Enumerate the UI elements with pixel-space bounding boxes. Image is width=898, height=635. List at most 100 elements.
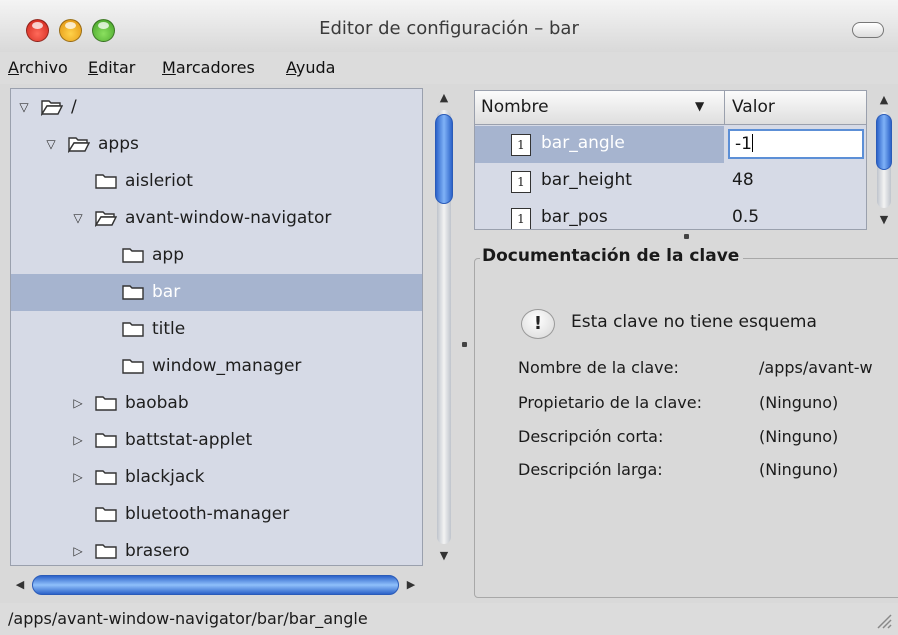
horizontal-scroll-thumb[interactable] xyxy=(32,575,399,595)
integer-key-icon: 1 xyxy=(511,134,531,156)
folder-icon xyxy=(95,507,117,522)
tree-vertical-scrollbar[interactable]: ▲ ▼ xyxy=(431,88,457,566)
title-bar: Editor de configuración – bar xyxy=(0,0,898,52)
menu-archivo[interactable]: Archivo xyxy=(8,58,68,77)
expand-arrow-icon[interactable]: ▷ xyxy=(71,433,85,447)
key-name: bar_height xyxy=(541,170,632,190)
scroll-right-arrow-icon[interactable]: ▶ xyxy=(403,577,419,593)
key-row[interactable]: 1 bar_height 48 xyxy=(475,163,866,200)
key-name-cell[interactable]: 1 bar_angle xyxy=(475,126,724,163)
key-list-header: Nombre ▼ Valor xyxy=(475,91,866,125)
expand-arrow-icon[interactable]: ▷ xyxy=(71,470,85,484)
long-description-value: (Ninguno) xyxy=(759,460,839,479)
tree-item[interactable]: window_manager xyxy=(11,348,422,385)
key-list-vertical-scrollbar[interactable]: ▲ ▼ xyxy=(873,90,895,230)
key-name-label: Nombre de la clave: xyxy=(518,358,679,377)
collapse-arrow-icon[interactable]: ▽ xyxy=(71,211,85,225)
status-key-path: /apps/avant-window-navigator/bar/bar_ang… xyxy=(8,609,368,628)
key-value-text: -1 xyxy=(735,134,752,154)
window-title: Editor de configuración – bar xyxy=(319,18,579,39)
toolbar-toggle-button[interactable] xyxy=(852,22,884,38)
column-header-name[interactable]: Nombre xyxy=(481,97,549,117)
tree-item[interactable]: ▽ avant-window-navigator xyxy=(11,200,422,237)
tree-item-label: bar xyxy=(152,282,181,302)
sort-descending-icon[interactable]: ▼ xyxy=(695,99,704,113)
tree-item-label: avant-window-navigator xyxy=(125,208,332,228)
expand-arrow-icon[interactable]: ▷ xyxy=(71,544,85,558)
scroll-down-arrow-icon[interactable]: ▼ xyxy=(431,546,457,566)
key-value[interactable]: 0.5 xyxy=(732,207,759,227)
collapse-arrow-icon[interactable]: ▽ xyxy=(44,137,58,151)
scroll-thumb[interactable] xyxy=(435,114,453,204)
folder-icon xyxy=(122,248,144,263)
tree-item-label: app xyxy=(152,245,184,265)
folder-icon xyxy=(95,396,117,411)
tree-item-label: bluetooth-manager xyxy=(125,504,290,524)
tree-item[interactable]: app xyxy=(11,237,422,274)
tree-item-label: title xyxy=(152,319,186,339)
tree-item[interactable]: aisleriot xyxy=(11,163,422,200)
key-row[interactable]: 1 bar_angle -1 xyxy=(475,126,866,163)
pane-resize-handle[interactable] xyxy=(462,342,467,347)
tree-horizontal-scrollbar[interactable]: ◀ ▶ xyxy=(10,570,423,600)
scroll-down-arrow-icon[interactable]: ▼ xyxy=(873,210,895,230)
tree-item[interactable]: ▷ battstat-applet xyxy=(11,422,422,459)
column-header-value[interactable]: Valor xyxy=(732,97,775,117)
long-description-label: Descripción larga: xyxy=(518,460,663,479)
tree-item-label: battstat-applet xyxy=(125,430,253,450)
tree-item[interactable]: ▷ brasero xyxy=(11,533,422,565)
text-caret xyxy=(751,134,753,152)
key-owner-value: (Ninguno) xyxy=(759,393,839,412)
key-name: bar_angle xyxy=(541,133,625,153)
tree-item[interactable]: ▷ blackjack xyxy=(11,459,422,496)
open-folder-icon xyxy=(68,137,90,153)
scroll-up-arrow-icon[interactable]: ▲ xyxy=(873,90,895,110)
open-folder-icon xyxy=(41,100,63,116)
tree-item[interactable]: bluetooth-manager xyxy=(11,496,422,533)
tree-item[interactable]: ▽ / xyxy=(11,89,422,126)
tree-item-label: aisleriot xyxy=(125,171,193,191)
tree-item[interactable]: bar xyxy=(11,274,422,311)
tree-item[interactable]: ▽ apps xyxy=(11,126,422,163)
expand-arrow-icon[interactable]: ▷ xyxy=(71,396,85,410)
collapse-arrow-icon[interactable]: ▽ xyxy=(17,100,31,114)
key-name-cell[interactable]: 1 bar_height xyxy=(475,163,724,200)
tree-item[interactable]: title xyxy=(11,311,422,348)
column-separator xyxy=(724,91,725,125)
directory-tree[interactable]: ▽ / ▽ apps aisleriot ▽ avant-window-navigator a… xyxy=(10,88,423,566)
tree-item-label: window_manager xyxy=(152,356,302,376)
tree-item[interactable]: ▷ baobab xyxy=(11,385,422,422)
key-row[interactable]: 1 bar_pos 0.5 xyxy=(475,200,866,229)
pane-resize-handle-horizontal[interactable] xyxy=(684,234,689,239)
folder-icon xyxy=(95,433,117,448)
scroll-left-arrow-icon[interactable]: ◀ xyxy=(12,577,28,593)
folder-icon xyxy=(95,174,117,189)
key-name-cell[interactable]: 1 bar_pos xyxy=(475,200,724,229)
tree-item-label: / xyxy=(71,97,77,117)
tree-item-label: brasero xyxy=(125,541,190,561)
tree-item-label: blackjack xyxy=(125,467,205,487)
key-value[interactable]: 48 xyxy=(732,170,754,190)
tree-item-label: baobab xyxy=(125,393,189,413)
scroll-up-arrow-icon[interactable]: ▲ xyxy=(431,88,457,108)
status-bar: /apps/avant-window-navigator/bar/bar_ang… xyxy=(0,603,898,635)
integer-key-icon: 1 xyxy=(511,171,531,193)
resize-grip-icon[interactable] xyxy=(874,611,892,629)
folder-icon xyxy=(122,285,144,300)
scroll-thumb[interactable] xyxy=(876,114,892,170)
integer-key-icon: 1 xyxy=(511,208,531,229)
menu-bar: Archivo Editar Marcadores Ayuda xyxy=(0,52,898,84)
menu-ayuda[interactable]: Ayuda xyxy=(286,58,335,77)
tree-item-label: apps xyxy=(98,134,139,154)
folder-icon xyxy=(122,359,144,374)
folder-icon xyxy=(95,544,117,559)
key-value-editor[interactable]: -1 xyxy=(728,129,864,159)
open-folder-icon xyxy=(95,211,117,227)
menu-editar[interactable]: Editar xyxy=(88,58,135,77)
warning-icon: ! xyxy=(521,309,555,339)
key-list: Nombre ▼ Valor 1 bar_angle -1 1 bar_height 48… xyxy=(474,90,867,230)
menu-marcadores[interactable]: Marcadores xyxy=(162,58,255,77)
folder-icon xyxy=(95,470,117,485)
short-description-value: (Ninguno) xyxy=(759,427,839,446)
schema-message: Esta clave no tiene esquema xyxy=(571,312,817,332)
